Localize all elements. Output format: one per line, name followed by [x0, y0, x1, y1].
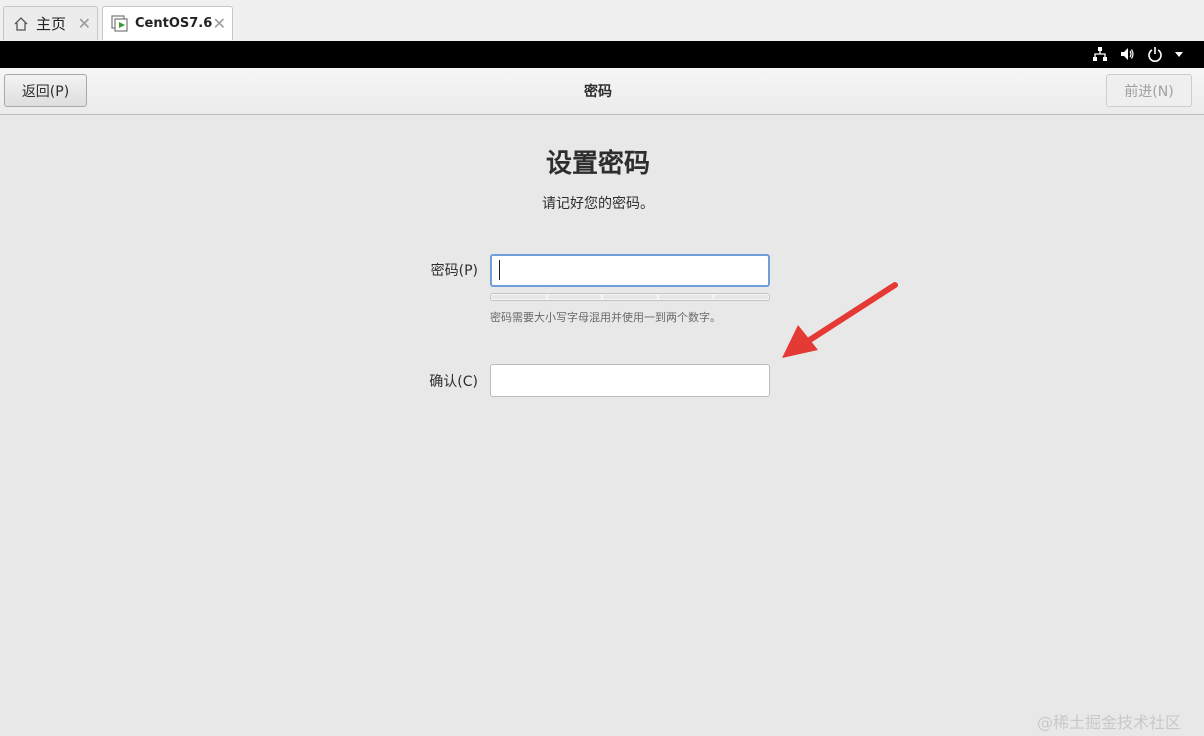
text-caret: [499, 260, 500, 280]
password-input[interactable]: [490, 254, 770, 287]
strength-segment: [714, 295, 768, 299]
network-icon[interactable]: [1091, 45, 1109, 63]
dropdown-arrow-icon[interactable]: [1170, 45, 1188, 63]
close-icon[interactable]: ✕: [78, 14, 91, 33]
strength-segment: [492, 295, 546, 299]
annotation-arrow-icon: [782, 282, 898, 358]
close-icon[interactable]: ✕: [213, 14, 226, 33]
tab-home[interactable]: 主页 ✕: [3, 6, 98, 40]
strength-segment: [547, 295, 602, 299]
volume-icon[interactable]: [1118, 45, 1136, 63]
system-top-bar: [0, 41, 1204, 68]
tab-label: CentOS7.6: [135, 16, 213, 31]
watermark: @稀土掘金技术社区: [1037, 713, 1182, 732]
confirm-input[interactable]: [490, 364, 770, 397]
strength-segment: [603, 295, 657, 299]
spoke-header: 返回(P) 密码 前进(N): [0, 68, 1204, 115]
section-subtitle: 请记好您的密码。: [542, 196, 654, 212]
tab-label: 主页: [36, 15, 67, 33]
next-button[interactable]: 前进(N): [1106, 74, 1192, 107]
tab-bar: 主页 ✕ CentOS7.6 ✕: [0, 0, 1204, 42]
section-title: 设置密码: [545, 149, 650, 179]
page-title: 密码: [584, 84, 612, 100]
confirm-label: 确认(C): [429, 374, 478, 390]
vm-play-icon: [111, 14, 129, 33]
vm-window: 主页 ✕ CentOS7.6 ✕ 返回(P) 密码 前进(N) 设置密码 请记好…: [0, 0, 1204, 736]
password-label: 密码(P): [430, 263, 478, 279]
password-strength-bar: [490, 293, 770, 301]
tab-centos[interactable]: CentOS7.6 ✕: [102, 6, 233, 40]
home-icon: [12, 15, 30, 33]
power-icon[interactable]: [1146, 45, 1164, 63]
password-panel: 设置密码 请记好您的密码。 密码(P) 密码需要大小写字母混用并使用一到两个数字…: [0, 115, 1204, 736]
password-hint: 密码需要大小写字母混用并使用一到两个数字。: [490, 311, 721, 324]
strength-segment: [658, 295, 713, 299]
